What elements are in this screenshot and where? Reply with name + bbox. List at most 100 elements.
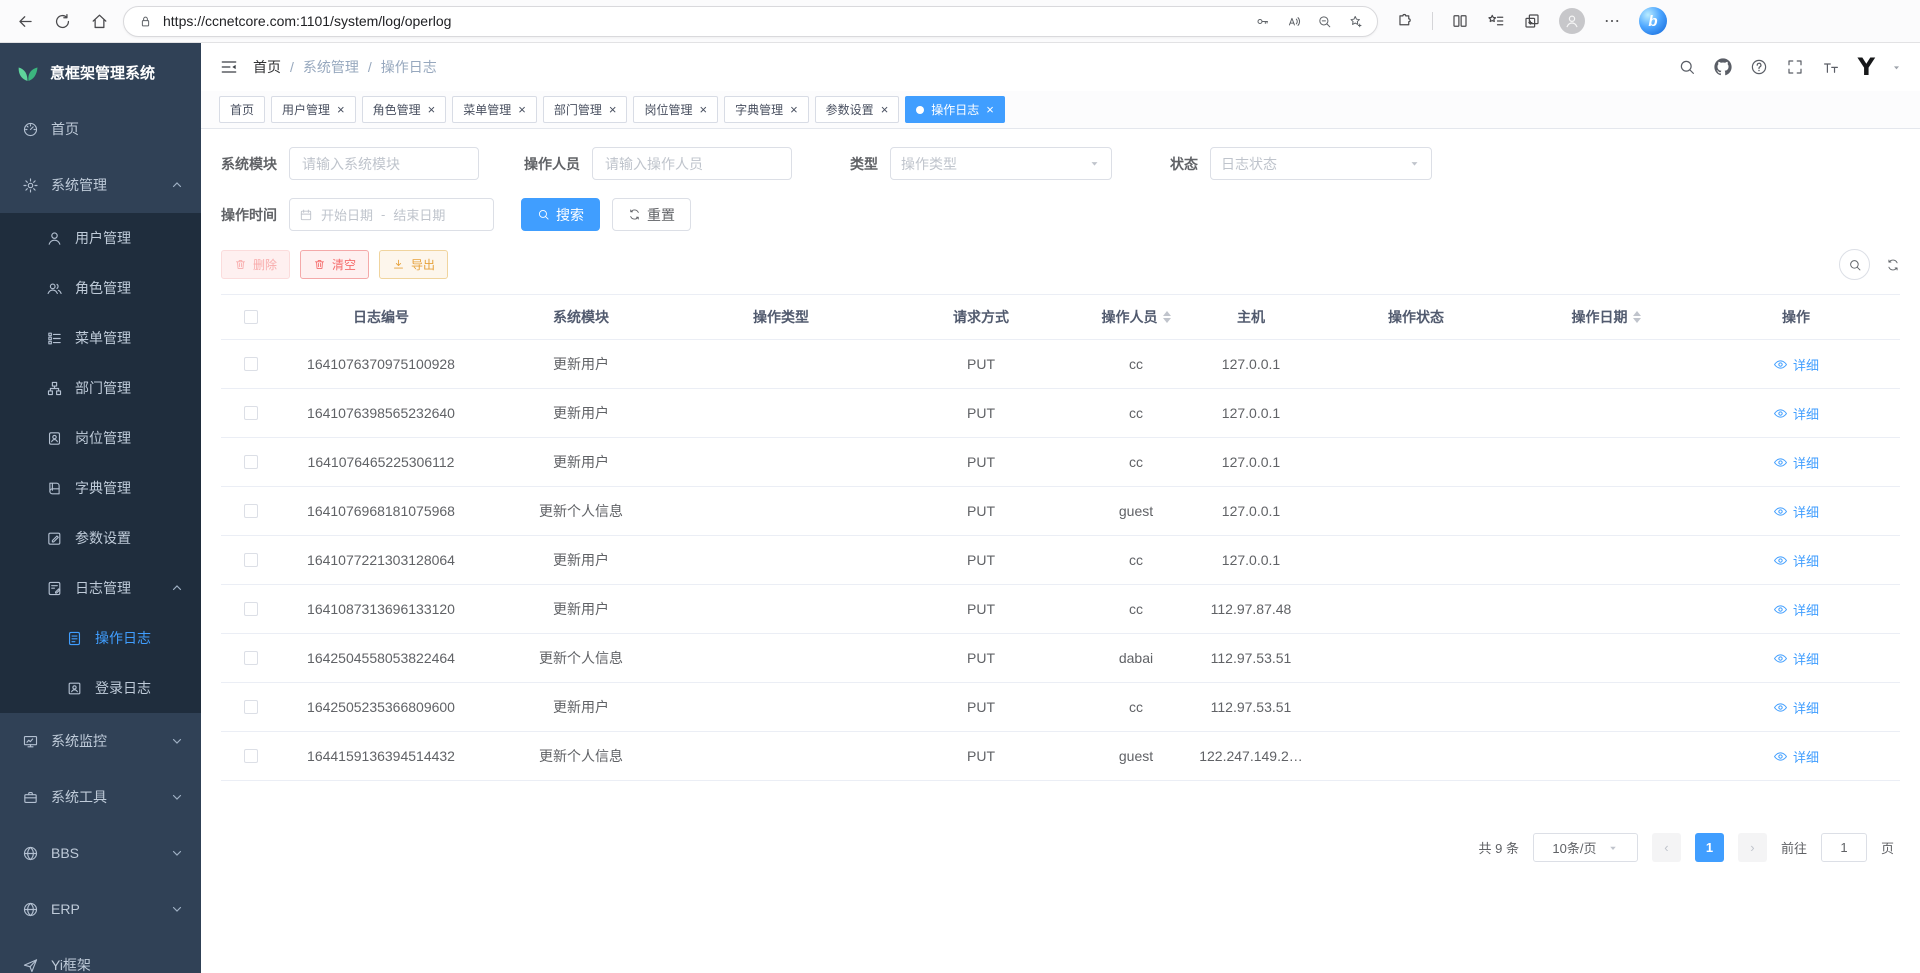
search-button[interactable]: [1678, 58, 1696, 76]
detail-link[interactable]: 详细: [1773, 404, 1819, 423]
extensions-button[interactable]: [1396, 12, 1414, 30]
detail-link[interactable]: 详细: [1773, 502, 1819, 521]
sidebar-item-首页[interactable]: 首页: [0, 101, 201, 157]
sidebar-item-Yi框架[interactable]: Yi框架: [0, 937, 201, 973]
detail-link[interactable]: 详细: [1773, 698, 1819, 717]
tab-参数设置[interactable]: 参数设置×: [815, 96, 900, 123]
prev-page-button[interactable]: ‹: [1652, 833, 1681, 862]
sidebar-item-系统工具[interactable]: 系统工具: [0, 769, 201, 825]
tab-close-icon[interactable]: ×: [518, 103, 526, 116]
module-input[interactable]: [289, 147, 479, 180]
tab-菜单管理[interactable]: 菜单管理×: [452, 96, 537, 123]
row-checkbox[interactable]: [244, 455, 258, 469]
sidebar-item-岗位管理[interactable]: 岗位管理: [0, 413, 201, 463]
search-icon: [1678, 58, 1696, 76]
sidebar-item-菜单管理[interactable]: 菜单管理: [0, 313, 201, 363]
sidebar-item-BBS[interactable]: BBS: [0, 825, 201, 881]
tab-首页[interactable]: 首页: [219, 96, 265, 123]
sort-carets-icon[interactable]: [1633, 311, 1641, 323]
tab-close-icon[interactable]: ×: [699, 103, 707, 116]
date-range-input[interactable]: 开始日期 - 结束日期: [289, 198, 494, 231]
tab-字典管理[interactable]: 字典管理×: [724, 96, 809, 123]
favorites-button[interactable]: [1487, 12, 1505, 30]
show-search-button[interactable]: [1839, 249, 1870, 280]
text-size-button[interactable]: [1822, 58, 1840, 76]
row-checkbox[interactable]: [244, 504, 258, 518]
sidebar-item-字典管理[interactable]: 字典管理: [0, 463, 201, 513]
sort-carets-icon[interactable]: [1163, 311, 1171, 323]
sidebar-item-部门管理[interactable]: 部门管理: [0, 363, 201, 413]
tab-操作日志[interactable]: 操作日志×: [905, 96, 1005, 123]
row-checkbox[interactable]: [244, 602, 258, 616]
home-button[interactable]: [90, 12, 109, 31]
zoom-out-button[interactable]: [1317, 14, 1332, 29]
detail-link[interactable]: 详细: [1773, 600, 1819, 619]
type-select[interactable]: 操作类型: [890, 147, 1112, 180]
sidebar-item-参数设置[interactable]: 参数设置: [0, 513, 201, 563]
tab-岗位管理[interactable]: 岗位管理×: [633, 96, 718, 123]
sidebar-item-角色管理[interactable]: 角色管理: [0, 263, 201, 313]
read-aloud-button[interactable]: [1286, 14, 1301, 29]
page-size-select[interactable]: 10条/页: [1533, 833, 1638, 862]
url-text[interactable]: https://ccnetcore.com:1101/system/log/op…: [163, 13, 1245, 29]
goto-page-input[interactable]: [1821, 833, 1867, 862]
delete-button[interactable]: 删除: [221, 250, 290, 279]
reset-button[interactable]: 重置: [612, 198, 691, 231]
current-page-button[interactable]: 1: [1695, 833, 1724, 862]
user-menu-caret[interactable]: [1891, 62, 1902, 73]
tab-close-icon[interactable]: ×: [609, 103, 617, 116]
column-header-operator[interactable]: 操作人员: [1081, 307, 1191, 327]
tab-close-icon[interactable]: ×: [881, 103, 889, 116]
sidebar-item-日志管理[interactable]: 日志管理: [0, 563, 201, 613]
breadcrumb-item[interactable]: 首页: [253, 57, 281, 77]
github-button[interactable]: [1714, 58, 1732, 76]
next-page-button[interactable]: ›: [1738, 833, 1767, 862]
refresh-table-button[interactable]: [1886, 258, 1900, 272]
detail-link[interactable]: 详细: [1773, 355, 1819, 374]
copilot-button[interactable]: b: [1639, 7, 1667, 35]
tab-角色管理[interactable]: 角色管理×: [362, 96, 447, 123]
key-button[interactable]: [1255, 14, 1270, 29]
select-all-checkbox[interactable]: [244, 310, 258, 324]
sidebar-item-ERP[interactable]: ERP: [0, 881, 201, 937]
row-checkbox[interactable]: [244, 553, 258, 567]
tab-close-icon[interactable]: ×: [337, 103, 345, 116]
row-checkbox[interactable]: [244, 357, 258, 371]
operator-input[interactable]: [592, 147, 792, 180]
row-checkbox[interactable]: [244, 651, 258, 665]
status-select[interactable]: 日志状态: [1210, 147, 1432, 180]
row-checkbox[interactable]: [244, 700, 258, 714]
reload-button[interactable]: [53, 12, 72, 31]
address-bar[interactable]: https://ccnetcore.com:1101/system/log/op…: [123, 6, 1378, 37]
sidebar-item-操作日志[interactable]: 操作日志: [0, 613, 201, 663]
back-button[interactable]: [16, 12, 35, 31]
tab-close-icon[interactable]: ×: [790, 103, 798, 116]
profile-button[interactable]: [1559, 8, 1585, 34]
sidebar-collapse-button[interactable]: [219, 57, 239, 77]
tab-部门管理[interactable]: 部门管理×: [543, 96, 628, 123]
sidebar-item-系统管理[interactable]: 系统管理: [0, 157, 201, 213]
help-button[interactable]: [1750, 58, 1768, 76]
detail-link[interactable]: 详细: [1773, 747, 1819, 766]
row-checkbox[interactable]: [244, 406, 258, 420]
export-button[interactable]: 导出: [379, 250, 448, 279]
tab-用户管理[interactable]: 用户管理×: [271, 96, 356, 123]
more-button[interactable]: [1603, 12, 1621, 30]
detail-link[interactable]: 详细: [1773, 551, 1819, 570]
collections-button[interactable]: [1523, 12, 1541, 30]
split-screen-button[interactable]: [1451, 12, 1469, 30]
tab-close-icon[interactable]: ×: [428, 103, 436, 116]
clear-button[interactable]: 清空: [300, 250, 369, 279]
row-checkbox[interactable]: [244, 749, 258, 763]
sidebar-item-系统监控[interactable]: 系统监控: [0, 713, 201, 769]
sidebar-item-登录日志[interactable]: 登录日志: [0, 663, 201, 713]
detail-link[interactable]: 详细: [1773, 453, 1819, 472]
fullscreen-button[interactable]: [1786, 58, 1804, 76]
sidebar-item-用户管理[interactable]: 用户管理: [0, 213, 201, 263]
yi-logo[interactable]: Y: [1858, 55, 1873, 79]
star-plus-button[interactable]: [1348, 14, 1363, 29]
tab-close-icon[interactable]: ×: [986, 103, 994, 116]
column-header-date[interactable]: 操作日期: [1521, 307, 1691, 327]
detail-link[interactable]: 详细: [1773, 649, 1819, 668]
search-button[interactable]: 搜索: [521, 198, 600, 231]
